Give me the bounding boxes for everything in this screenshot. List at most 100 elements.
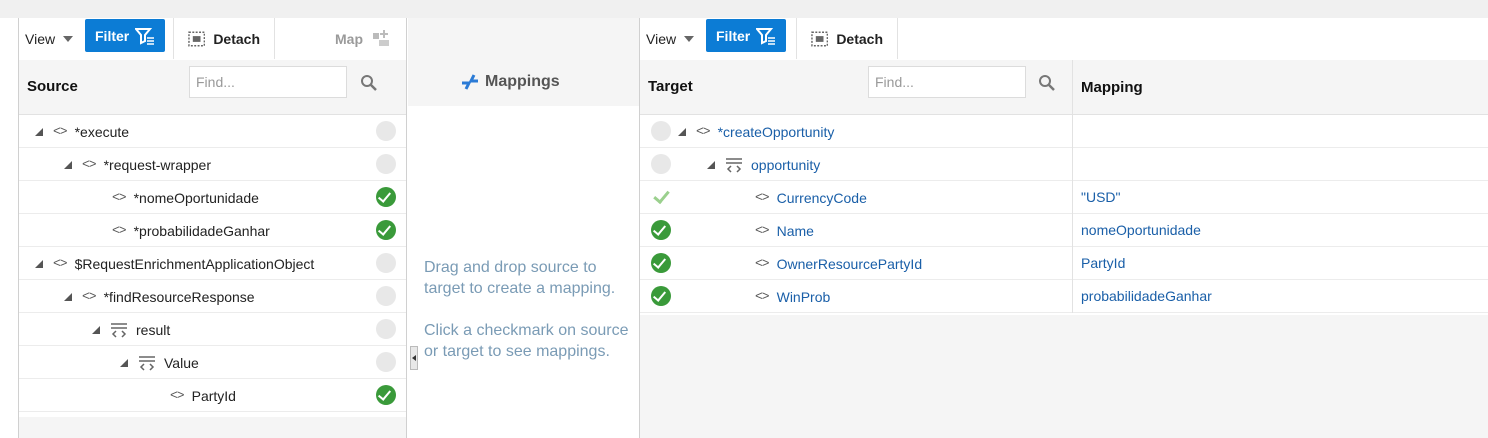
- chevron-down-icon: [684, 35, 695, 42]
- target-toolbar: View Filter Detach: [640, 18, 1488, 61]
- mapping-status-icon[interactable]: [651, 154, 671, 174]
- element-icon: <>: [53, 124, 68, 139]
- mapping-status-icon[interactable]: [376, 286, 396, 306]
- panel-collapse-handle[interactable]: [410, 346, 418, 370]
- tree-row[interactable]: opportunity: [640, 148, 1488, 181]
- source-empty-area: [19, 417, 406, 438]
- mapping-status-icon[interactable]: [376, 319, 396, 339]
- target-empty-area: [640, 315, 1488, 438]
- element-icon: <>: [82, 289, 97, 304]
- filter-label: Filter: [95, 27, 130, 44]
- source-panel: View Filter Detach Map Source <> *execute…: [18, 18, 407, 438]
- view-label: View: [25, 30, 56, 47]
- detach-icon: [188, 31, 206, 46]
- expanded-triangle-icon[interactable]: [120, 358, 128, 367]
- tree-node-label: $RequestEnrichmentApplicationObject: [74, 255, 315, 272]
- collection-icon: [111, 322, 127, 338]
- source-toolbar: View Filter Detach Map: [19, 18, 406, 61]
- source-view-menu[interactable]: View: [19, 18, 79, 59]
- mapping-status-icon[interactable]: [376, 121, 396, 141]
- target-find-input[interactable]: [868, 66, 1026, 98]
- mapped-check-icon[interactable]: [376, 385, 396, 405]
- mapped-check-icon[interactable]: [651, 286, 671, 306]
- expanded-triangle-icon[interactable]: [92, 325, 100, 334]
- mappings-hint-checkmark: Click a checkmark on source or target to…: [424, 322, 629, 360]
- mappings-title: Mappings: [485, 73, 560, 90]
- mapping-status-icon[interactable]: [651, 121, 671, 141]
- literal-check-icon[interactable]: [651, 187, 671, 207]
- tree-node-label: WinProb: [776, 288, 831, 305]
- detach-label: Detach: [836, 30, 883, 47]
- mapping-cell[interactable]: PartyId: [1072, 247, 1488, 280]
- mapped-check-icon[interactable]: [651, 220, 671, 240]
- element-icon: <>: [53, 256, 68, 271]
- element-icon: <>: [696, 124, 711, 139]
- collection-icon: [139, 355, 155, 371]
- expanded-triangle-icon[interactable]: [35, 259, 43, 268]
- tree-node-label: result: [136, 321, 171, 338]
- tree-row[interactable]: <> *findResourceResponse: [19, 280, 406, 313]
- tree-row[interactable]: <> *request-wrapper: [19, 148, 406, 181]
- element-icon: <>: [755, 223, 770, 238]
- expanded-triangle-icon[interactable]: [707, 160, 715, 169]
- target-detach-button[interactable]: Detach: [796, 18, 898, 59]
- mappings-hint-drag: Drag and drop source to target to create…: [424, 259, 616, 297]
- top-strip: [0, 0, 1488, 18]
- tree-row[interactable]: <> *createOpportunity: [640, 115, 1488, 148]
- mapped-check-icon[interactable]: [376, 187, 396, 207]
- search-icon[interactable]: [360, 74, 378, 92]
- tree-node-label: *findResourceResponse: [103, 288, 255, 305]
- tree-row[interactable]: <> *probabilidadeGanhar: [19, 214, 406, 247]
- expanded-triangle-icon[interactable]: [678, 127, 686, 136]
- mapping-cell[interactable]: [1072, 115, 1488, 148]
- source-header: Source: [19, 60, 406, 115]
- mapping-cell[interactable]: [1072, 148, 1488, 181]
- filter-icon: [135, 27, 155, 45]
- target-filter-button[interactable]: Filter: [706, 19, 787, 52]
- tree-row[interactable]: Value: [19, 346, 406, 379]
- tree-node-label: PartyId: [191, 387, 236, 404]
- detach-icon: [811, 31, 829, 46]
- source-tree: <> *execute <> *request-wrapper <> *nomeOpo…: [19, 115, 406, 412]
- tree-node-label: *nomeOportunidade: [133, 189, 259, 206]
- tree-node-label: CurrencyCode: [776, 189, 867, 206]
- expanded-triangle-icon[interactable]: [35, 127, 43, 136]
- expanded-triangle-icon[interactable]: [64, 160, 72, 169]
- search-icon[interactable]: [1038, 74, 1056, 92]
- tree-row[interactable]: result: [19, 313, 406, 346]
- collection-icon: [726, 157, 742, 173]
- element-icon: <>: [112, 190, 127, 205]
- mapped-check-icon[interactable]: [376, 220, 396, 240]
- target-view-menu[interactable]: View: [640, 18, 700, 59]
- source-detach-button[interactable]: Detach: [173, 18, 275, 59]
- element-icon: <>: [755, 289, 770, 304]
- tree-row[interactable]: <> *nomeOportunidade: [19, 181, 406, 214]
- source-map-button[interactable]: Map: [275, 18, 407, 59]
- source-filter-button[interactable]: Filter: [85, 19, 166, 52]
- tree-row[interactable]: <> *execute: [19, 115, 406, 148]
- filter-icon: [756, 27, 776, 45]
- source-find-input[interactable]: [189, 66, 347, 98]
- mapping-status-icon[interactable]: [376, 154, 396, 174]
- tree-node-label: Value: [164, 354, 199, 371]
- mapping-status-icon[interactable]: [376, 253, 396, 273]
- mapping-cell[interactable]: nomeOportunidade: [1072, 214, 1488, 247]
- mapping-cell[interactable]: probabilidadeGanhar: [1072, 280, 1488, 313]
- tree-row[interactable]: <> Name nomeOportunidade: [640, 214, 1488, 247]
- tree-row[interactable]: <> $RequestEnrichmentApplicationObject: [19, 247, 406, 280]
- element-icon: <>: [170, 388, 185, 403]
- tree-row[interactable]: <> CurrencyCode "USD": [640, 181, 1488, 214]
- tree-row[interactable]: <> WinProb probabilidadeGanhar: [640, 280, 1488, 313]
- chevron-down-icon: [63, 35, 74, 42]
- target-tree: <> *createOpportunity opportunity <> Curre…: [640, 115, 1488, 313]
- mappings-header: Mappings: [408, 18, 639, 106]
- mapping-status-icon[interactable]: [376, 352, 396, 372]
- expanded-triangle-icon[interactable]: [64, 292, 72, 301]
- element-icon: <>: [755, 190, 770, 205]
- mapping-cell[interactable]: "USD": [1072, 181, 1488, 214]
- mappings-icon: [462, 74, 478, 90]
- tree-row[interactable]: <> PartyId: [19, 379, 406, 412]
- target-title: Target: [648, 78, 693, 95]
- tree-row[interactable]: <> OwnerResourcePartyId PartyId: [640, 247, 1488, 280]
- mapped-check-icon[interactable]: [651, 253, 671, 273]
